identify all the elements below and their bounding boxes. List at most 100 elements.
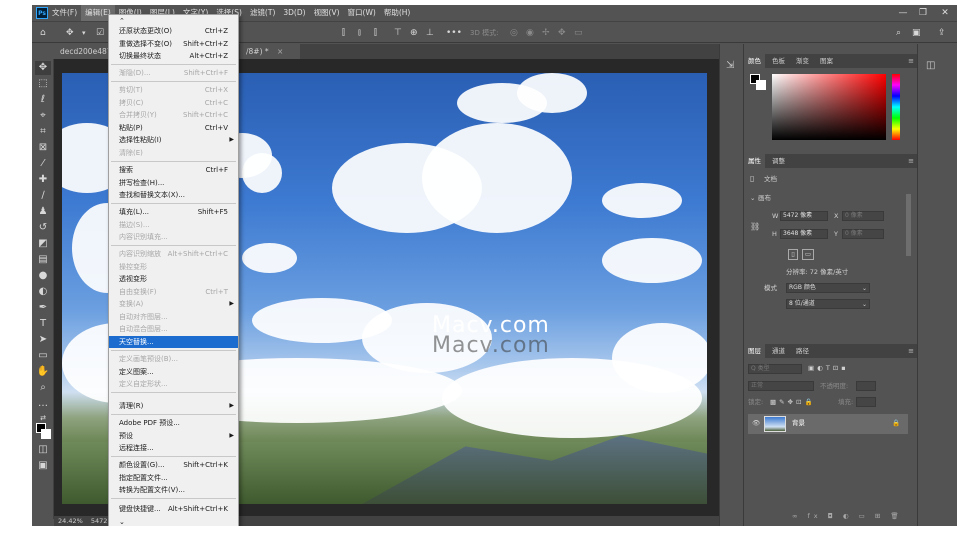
tab-properties[interactable]: 属性 xyxy=(744,154,765,168)
menu-item-puppet-warp[interactable]: 操控变形 xyxy=(109,261,238,274)
tab-paths[interactable]: 路径 xyxy=(792,344,813,358)
link-icon[interactable]: ⛓ xyxy=(750,222,760,231)
menu-item-fill[interactable]: 填充(L)... Shift+F5 xyxy=(109,206,238,219)
menu-item-spell-check[interactable]: 拼写检查(H)... xyxy=(109,177,238,190)
restore-button[interactable]: ❐ xyxy=(912,5,934,21)
menu-item-auto-blend-layers[interactable]: 自动混合图层... xyxy=(109,323,238,336)
auto-select-checkbox[interactable]: ☑ xyxy=(96,26,104,40)
menu-item-sky-replacement[interactable]: 天空替换... xyxy=(109,335,238,348)
search-icon[interactable]: ⌕ xyxy=(896,26,901,40)
home-icon[interactable]: ⌂ xyxy=(40,26,46,40)
lock-icons[interactable]: ▩✎✥⊡🔒 xyxy=(770,398,816,407)
menu-file[interactable]: 文件(F) xyxy=(48,5,81,21)
menu-item-copy-merged[interactable]: 合并拷贝(Y) Shift+Ctrl+C xyxy=(109,109,238,122)
move-tool-icon[interactable]: ✥ xyxy=(35,61,51,75)
hand-tool-icon[interactable]: ✋ xyxy=(35,365,51,379)
blend-mode-select[interactable]: 正常 xyxy=(748,381,814,391)
chevron-down-icon[interactable]: ▾ xyxy=(82,26,86,40)
x-field[interactable]: 0 像素 xyxy=(842,211,884,221)
tab-color[interactable]: 颜色 xyxy=(744,54,765,68)
menu-item-find-replace[interactable]: 查找和替换文本(X)... xyxy=(109,189,238,202)
properties-scrollbar[interactable] xyxy=(906,194,911,256)
clone-stamp-tool-icon[interactable]: ♟ xyxy=(35,205,51,219)
eye-icon[interactable]: 👁 xyxy=(752,419,760,428)
blur-tool-icon[interactable]: ● xyxy=(35,269,51,283)
align-center-icon[interactable]: ⫾ xyxy=(358,26,361,40)
menu-item-copy[interactable]: 拷贝(C) Ctrl+C xyxy=(109,97,238,110)
menu-item-paste-special[interactable]: 选择性粘贴(I) ▶ xyxy=(109,134,238,147)
3d-camera-icon[interactable]: ▭ xyxy=(574,26,583,40)
menu-item-content-aware-scale[interactable]: 内容识别缩放 Alt+Shift+Ctrl+C xyxy=(109,248,238,261)
menu-item-redo[interactable]: 重做选择不变(O) Shift+Ctrl+Z xyxy=(109,38,238,51)
marquee-tool-icon[interactable]: ⬚ xyxy=(35,77,51,91)
align-top-icon[interactable]: ⊤ xyxy=(394,26,402,40)
menu-item-search[interactable]: 搜索 Ctrl+F xyxy=(109,164,238,177)
quick-select-tool-icon[interactable]: ⌖ xyxy=(35,109,51,123)
filter-icons[interactable]: ▣◐T⊡▪ xyxy=(808,364,849,373)
history-panel-icon[interactable]: ⇲ xyxy=(726,60,734,71)
background-color-swatch[interactable] xyxy=(756,80,766,90)
brush-tool-icon[interactable]: ∕ xyxy=(35,189,51,203)
menu-view[interactable]: 视图(V) xyxy=(310,5,344,21)
align-bottom-icon[interactable]: ⊥ xyxy=(426,26,434,40)
height-field[interactable]: 3648 像素 xyxy=(780,229,828,239)
menu-item-toggle-last-state[interactable]: 切换最终状态 Alt+Ctrl+Z xyxy=(109,50,238,63)
chevron-down-icon[interactable]: ⌄ xyxy=(862,300,867,309)
tab-gradients[interactable]: 渐变 xyxy=(792,54,813,68)
lasso-tool-icon[interactable]: ℓ xyxy=(35,93,51,107)
eraser-tool-icon[interactable]: ◩ xyxy=(35,237,51,251)
menu-filter[interactable]: 滤镜(T) xyxy=(246,5,279,21)
menu-item-fade[interactable]: 渐隐(D)... Shift+Ctrl+F xyxy=(109,67,238,80)
fill-field[interactable] xyxy=(856,397,876,407)
portrait-icon[interactable]: ▯ xyxy=(788,249,798,260)
close-button[interactable]: ✕ xyxy=(934,5,956,21)
color-picker-field[interactable] xyxy=(772,74,886,140)
crop-tool-icon[interactable]: ⌗ xyxy=(35,125,51,139)
more-options-icon[interactable]: ••• xyxy=(446,26,462,40)
menu-item-define-brush[interactable]: 定义画笔预设(B)... xyxy=(109,353,238,366)
rectangle-tool-icon[interactable]: ▭ xyxy=(35,349,51,363)
more-tools-icon[interactable]: … xyxy=(35,397,51,411)
background-color-swatch[interactable] xyxy=(41,429,51,439)
screen-mode-icon[interactable]: ▣ xyxy=(35,459,51,473)
menu-item-transform[interactable]: 变换(A) ▶ xyxy=(109,298,238,311)
menu-item-perspective-warp[interactable]: 透视变形 xyxy=(109,273,238,286)
healing-brush-tool-icon[interactable]: ✚ xyxy=(35,173,51,187)
document-tab[interactable]: decd200e487e xyxy=(54,44,108,59)
depth-select[interactable]: 8 位/通道 xyxy=(786,299,870,309)
3d-orbit-icon[interactable]: ◎ xyxy=(510,26,518,40)
workspace-icon[interactable]: ▣ xyxy=(912,26,921,40)
3d-pan-icon[interactable]: ✢ xyxy=(542,26,550,40)
align-middle-icon[interactable]: ⊕ xyxy=(410,26,418,40)
align-left-icon[interactable]: ⫿ xyxy=(342,26,345,40)
3d-roll-icon[interactable]: ◉ xyxy=(526,26,534,40)
path-select-tool-icon[interactable]: ➤ xyxy=(35,333,51,347)
menu-item-content-aware-fill[interactable]: 内容识别填充... xyxy=(109,231,238,244)
menu-window[interactable]: 窗口(W) xyxy=(344,5,380,21)
document-tab-active[interactable]: /8#) * × xyxy=(240,44,300,59)
menu-item-purge[interactable]: 清理(R) ▶ xyxy=(109,400,238,413)
tab-swatches[interactable]: 色板 xyxy=(768,54,789,68)
hue-slider[interactable] xyxy=(892,74,900,140)
menu-item-keyboard-shortcuts[interactable]: 键盘快捷键... Alt+Shift+Ctrl+K xyxy=(109,503,238,516)
menu-item-define-pattern[interactable]: 定义图案... xyxy=(109,366,238,379)
zoom-tool-icon[interactable]: ⌕ xyxy=(35,381,51,395)
tab-adjustments[interactable]: 调整 xyxy=(768,154,789,168)
frame-tool-icon[interactable]: ⊠ xyxy=(35,141,51,155)
3d-slide-icon[interactable]: ✥ xyxy=(558,26,566,40)
menu-item-undo[interactable]: 还原状态更改(O) Ctrl+Z xyxy=(109,25,238,38)
tab-channels[interactable]: 通道 xyxy=(768,344,789,358)
menu-item-pdf-presets[interactable]: Adobe PDF 预设... xyxy=(109,417,238,430)
chevron-down-icon[interactable]: ⌄ xyxy=(750,194,755,203)
menu-item-define-shape[interactable]: 定义自定形状... xyxy=(109,378,238,391)
menu-item-convert-profile[interactable]: 转换为配置文件(V)... xyxy=(109,484,238,497)
menu-3d[interactable]: 3D(D) xyxy=(279,5,309,21)
gradient-tool-icon[interactable]: ▤ xyxy=(35,253,51,267)
width-field[interactable]: 5472 像素 xyxy=(780,211,828,221)
panel-menu-icon[interactable]: ≡ xyxy=(908,344,914,358)
tab-layers[interactable]: 图层 xyxy=(744,344,765,358)
menu-item-cut[interactable]: 剪切(T) Ctrl+X xyxy=(109,84,238,97)
menu-item-color-settings[interactable]: 颜色设置(G)... Shift+Ctrl+K xyxy=(109,459,238,472)
layer-row-background[interactable]: 👁 背景 🔒 xyxy=(748,414,908,434)
menu-item-auto-align-layers[interactable]: 自动对齐图层... xyxy=(109,311,238,324)
